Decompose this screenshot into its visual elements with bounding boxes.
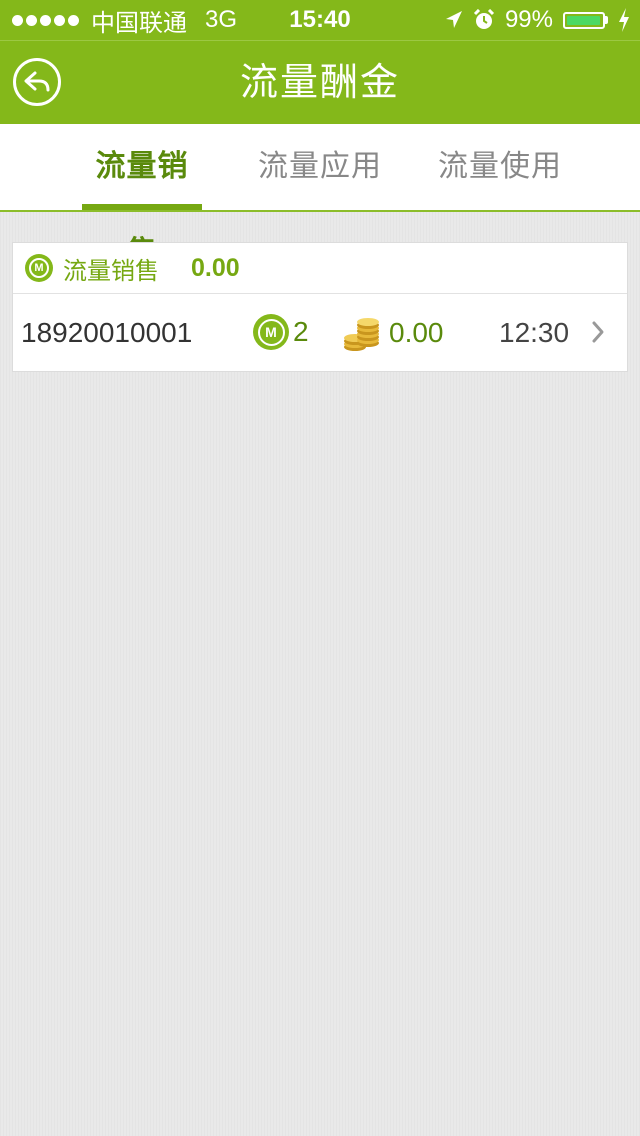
tab-traffic-usage[interactable]: 流量使用 — [438, 124, 562, 210]
record-row[interactable]: 18920010001 M 2 0.00 12:30 — [13, 294, 627, 371]
battery-icon — [563, 11, 608, 29]
sales-card: M 流量销售 0.00 18920010001 M 2 0.00 12:30 — [12, 242, 628, 372]
summary-label: 流量销售 — [63, 257, 159, 285]
record-amount: 0.00 — [389, 316, 444, 348]
tab-traffic-sales[interactable]: 流量销售 — [82, 124, 202, 269]
active-tab-indicator — [82, 204, 202, 210]
page-title: 流量酬金 — [239, 62, 400, 104]
chevron-right-icon — [592, 321, 604, 343]
card-header: M 流量销售 0.00 — [13, 243, 627, 294]
battery-percent: 99% — [504, 6, 553, 33]
m-badge-icon: M — [25, 254, 53, 282]
tab-traffic-apps[interactable]: 流量应用 — [258, 124, 382, 210]
alarm-clock-icon — [473, 9, 495, 29]
record-count: 2 — [293, 316, 309, 347]
location-arrow-icon — [445, 11, 462, 28]
gold-coins-icon — [344, 317, 379, 351]
nav-bar: 流量酬金 — [0, 40, 640, 124]
m-badge-icon: M — [253, 314, 289, 350]
status-bar: 中国联通 3G 15:40 99% — [0, 0, 640, 40]
summary-total: 0.00 — [191, 253, 240, 282]
record-time: 12:30 — [499, 317, 570, 348]
tab-bar: 流量销售 流量应用 流量使用 — [0, 124, 640, 269]
charging-bolt-icon — [619, 8, 629, 32]
record-phone: 18920010001 — [21, 317, 193, 348]
